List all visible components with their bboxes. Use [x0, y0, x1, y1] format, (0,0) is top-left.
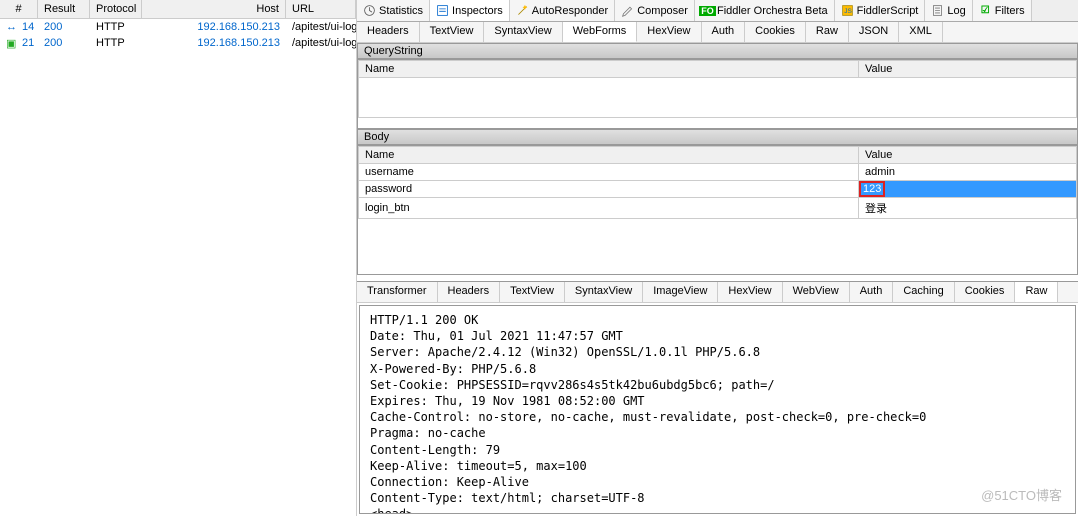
col-num[interactable]: # — [0, 0, 38, 18]
sessions-header: # Result Protocol Host URL — [0, 0, 356, 19]
body-row[interactable]: login_btn登录 — [359, 198, 1077, 219]
body-cell-value[interactable]: admin — [859, 164, 1077, 181]
session-icon: ▣ — [0, 36, 16, 51]
raw-line: Connection: Keep-Alive — [370, 474, 1065, 490]
session-host: 192.168.150.213 — [142, 36, 286, 51]
raw-line: <head> — [370, 506, 1065, 514]
watermark: @51CTO博客 — [981, 485, 1062, 504]
resp-tab-headers[interactable]: Headers — [438, 282, 501, 302]
querystring-label: QueryString — [357, 43, 1078, 59]
resp-tab-imageview[interactable]: ImageView — [643, 282, 718, 302]
raw-line: HTTP/1.1 200 OK — [370, 312, 1065, 328]
resp-tab-syntaxview[interactable]: SyntaxView — [565, 282, 643, 302]
req-tab-raw[interactable]: Raw — [806, 22, 849, 42]
resp-tab-cookies[interactable]: Cookies — [955, 282, 1016, 302]
filter-icon: ☑ — [979, 4, 992, 17]
fo-icon: FO — [701, 4, 714, 17]
raw-line: Content-Type: text/html; charset=UTF-8 — [370, 490, 1065, 506]
raw-line: Content-Length: 79 — [370, 442, 1065, 458]
body-label: Body — [357, 129, 1078, 145]
body-row[interactable]: password123 — [359, 181, 1077, 198]
col-url[interactable]: URL — [286, 0, 356, 18]
raw-response[interactable]: HTTP/1.1 200 OKDate: Thu, 01 Jul 2021 11… — [359, 305, 1076, 514]
resp-tab-hexview[interactable]: HexView — [718, 282, 782, 302]
session-num: 21 — [16, 36, 38, 51]
raw-line: X-Powered-By: PHP/5.6.8 — [370, 361, 1065, 377]
body-cell-name[interactable]: password — [359, 181, 859, 198]
qs-empty — [359, 78, 1077, 118]
qs-value-header[interactable]: Value — [859, 61, 1077, 78]
body-name-header[interactable]: Name — [359, 147, 859, 164]
session-url: /apitest/ui-login — [286, 36, 356, 51]
session-protocol: HTTP — [90, 36, 142, 51]
sessions-list: ↔14200HTTP192.168.150.213/apitest/ui-log… — [0, 19, 356, 52]
body-table: Name Value usernameadminpassword123login… — [357, 145, 1078, 275]
body-cell-value[interactable]: 123 — [859, 181, 1077, 198]
inspect-icon — [436, 4, 449, 17]
tab-autoresponder[interactable]: AutoResponder — [510, 0, 615, 21]
body-cell-name[interactable]: username — [359, 164, 859, 181]
raw-line: Pragma: no-cache — [370, 425, 1065, 441]
script-icon: JS — [841, 4, 854, 17]
session-protocol: HTTP — [90, 20, 142, 34]
req-tab-hexview[interactable]: HexView — [637, 22, 701, 42]
tab-fiddler-orchestra-beta[interactable]: FOFiddler Orchestra Beta — [695, 0, 835, 21]
tab-statistics[interactable]: Statistics — [357, 0, 430, 21]
session-result: 200 — [38, 20, 90, 34]
resp-tab-auth[interactable]: Auth — [850, 282, 894, 302]
session-result: 200 — [38, 36, 90, 51]
session-host: 192.168.150.213 — [142, 20, 286, 34]
req-tab-xml[interactable]: XML — [899, 22, 943, 42]
req-tab-headers[interactable]: Headers — [357, 22, 420, 42]
resp-tab-raw[interactable]: Raw — [1015, 282, 1058, 302]
req-tab-textview[interactable]: TextView — [420, 22, 485, 42]
raw-line: Server: Apache/2.4.12 (Win32) OpenSSL/1.… — [370, 344, 1065, 360]
raw-line: Date: Thu, 01 Jul 2021 11:47:57 GMT — [370, 328, 1065, 344]
body-row[interactable]: usernameadmin — [359, 164, 1077, 181]
right-panel: StatisticsInspectorsAutoResponderCompose… — [357, 0, 1078, 516]
svg-text:JS: JS — [844, 8, 852, 15]
top-tabs: StatisticsInspectorsAutoResponderCompose… — [357, 0, 1078, 22]
req-tab-auth[interactable]: Auth — [702, 22, 746, 42]
tab-filters[interactable]: ☑Filters — [973, 0, 1032, 21]
raw-line: Set-Cookie: PHPSESSID=rqvv286s4s5tk42bu6… — [370, 377, 1065, 393]
raw-line: Cache-Control: no-store, no-cache, must-… — [370, 409, 1065, 425]
session-row[interactable]: ▣21200HTTP192.168.150.213/apitest/ui-log… — [0, 35, 356, 52]
raw-line: Expires: Thu, 19 Nov 1981 08:52:00 GMT — [370, 393, 1065, 409]
request-tabs: HeadersTextViewSyntaxViewWebFormsHexView… — [357, 22, 1078, 43]
body-cell-value[interactable]: 登录 — [859, 198, 1077, 219]
session-url: /apitest/ui-login — [286, 20, 356, 34]
tab-composer[interactable]: Composer — [615, 0, 695, 21]
resp-tab-caching[interactable]: Caching — [893, 282, 954, 302]
sessions-panel: # Result Protocol Host URL ↔14200HTTP192… — [0, 0, 357, 516]
req-tab-json[interactable]: JSON — [849, 22, 899, 42]
tab-fiddlerscript[interactable]: JSFiddlerScript — [835, 0, 926, 21]
log-icon — [931, 4, 944, 17]
qs-name-header[interactable]: Name — [359, 61, 859, 78]
session-num: 14 — [16, 20, 38, 34]
session-icon: ↔ — [0, 20, 16, 34]
clock-icon — [363, 4, 376, 17]
col-result[interactable]: Result — [38, 0, 90, 18]
req-tab-cookies[interactable]: Cookies — [745, 22, 806, 42]
wand-icon — [516, 4, 529, 17]
req-tab-webforms[interactable]: WebForms — [563, 22, 638, 42]
body-value-header[interactable]: Value — [859, 147, 1077, 164]
querystring-table: Name Value — [357, 59, 1078, 129]
response-tabs: TransformerHeadersTextViewSyntaxViewImag… — [357, 281, 1078, 303]
req-tab-syntaxview[interactable]: SyntaxView — [484, 22, 562, 42]
body-cell-name[interactable]: login_btn — [359, 198, 859, 219]
compose-icon — [621, 4, 634, 17]
tab-inspectors[interactable]: Inspectors — [430, 0, 510, 21]
session-row[interactable]: ↔14200HTTP192.168.150.213/apitest/ui-log… — [0, 19, 356, 35]
resp-tab-transformer[interactable]: Transformer — [357, 282, 438, 302]
resp-tab-webview[interactable]: WebView — [783, 282, 850, 302]
tab-log[interactable]: Log — [925, 0, 972, 21]
col-host[interactable]: Host — [142, 0, 286, 18]
raw-line: Keep-Alive: timeout=5, max=100 — [370, 458, 1065, 474]
resp-tab-textview[interactable]: TextView — [500, 282, 565, 302]
col-protocol[interactable]: Protocol — [90, 0, 142, 18]
